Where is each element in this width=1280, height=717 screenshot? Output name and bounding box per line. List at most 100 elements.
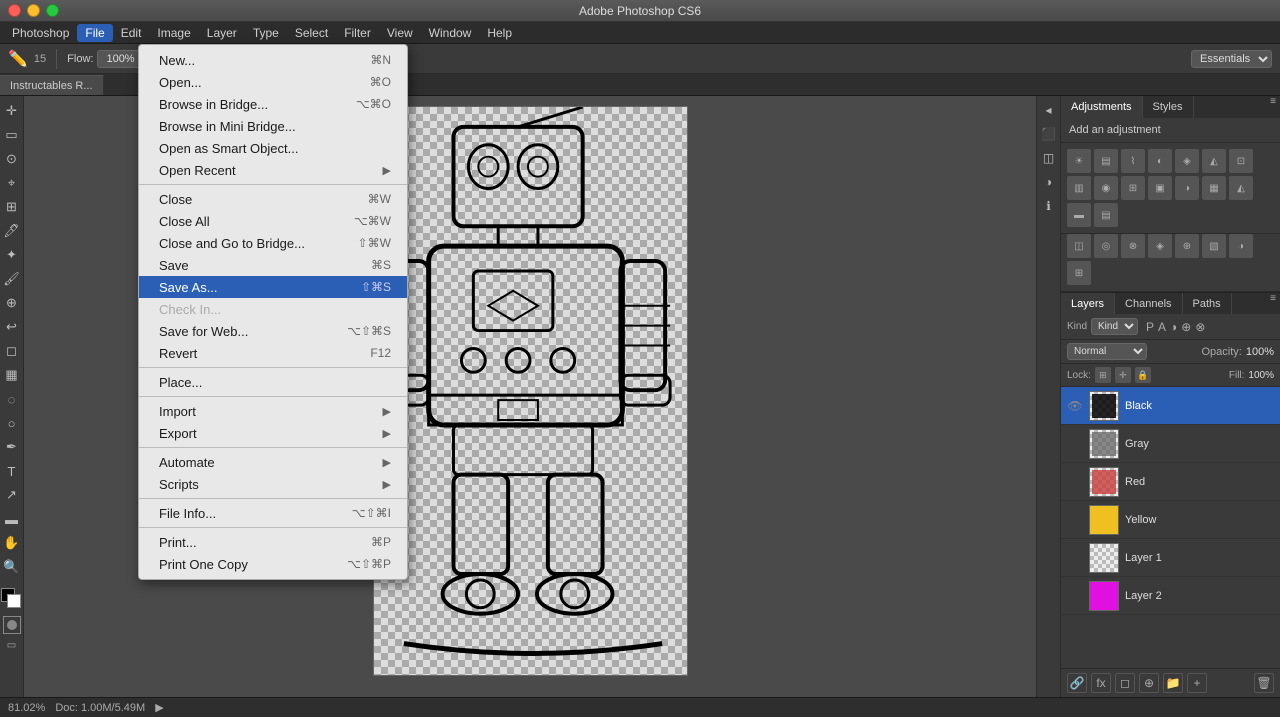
path-select-tool[interactable]: ↗ [1, 484, 23, 506]
menu-image[interactable]: Image [149, 24, 198, 42]
layer-visibility-layer2[interactable]: 👁 [1067, 588, 1083, 604]
layer-visibility-yellow[interactable]: 👁 [1067, 512, 1083, 528]
filter-icon5[interactable]: ⊗ [1195, 320, 1205, 334]
menu-file[interactable]: File [77, 24, 112, 42]
adj-colorbalance[interactable]: ⊡ [1229, 149, 1253, 173]
add-adjustment-icon[interactable]: ⊕ [1139, 673, 1159, 693]
tab-adjustments[interactable]: Adjustments [1061, 96, 1143, 118]
layers-kind-select[interactable]: Kind [1091, 318, 1138, 335]
filter-icon1[interactable]: P [1146, 320, 1154, 334]
minimize-button[interactable] [27, 4, 40, 17]
background-color[interactable] [7, 594, 21, 608]
quick-select-tool[interactable]: ⌖ [1, 172, 23, 194]
eraser-tool[interactable]: ◻ [1, 340, 23, 362]
move-tool[interactable]: ✛ [1, 100, 23, 122]
menu-browse-bridge[interactable]: Browse in Bridge... ⌥⌘O [139, 93, 407, 115]
group-layers-icon[interactable]: 📁 [1163, 673, 1183, 693]
3d-icon[interactable]: ⬛ [1039, 124, 1059, 144]
menu-save[interactable]: Save ⌘S [139, 254, 407, 276]
layer-visibility-red[interactable]: 👁 [1067, 474, 1083, 490]
maximize-button[interactable] [46, 4, 59, 17]
pen-tool[interactable]: ✒ [1, 436, 23, 458]
adj-extra3[interactable]: ⊗ [1121, 234, 1145, 258]
adj-curves[interactable]: ⌇ [1121, 149, 1145, 173]
menu-print[interactable]: Print... ⌘P [139, 531, 407, 553]
lasso-tool[interactable]: ⊙ [1, 148, 23, 170]
menu-print-one[interactable]: Print One Copy ⌥⇧⌘P [139, 553, 407, 575]
lock-pixels-icon[interactable]: ⊞ [1095, 367, 1111, 383]
adj-selectivecolor[interactable]: ▤ [1094, 203, 1118, 227]
type-tool[interactable]: T [1, 460, 23, 482]
adj-extra5[interactable]: ⊕ [1175, 234, 1199, 258]
adj-levels[interactable]: ▤ [1094, 149, 1118, 173]
menu-import[interactable]: Import ▶ [139, 400, 407, 422]
menu-open[interactable]: Open... ⌘O [139, 71, 407, 93]
layer-visibility-black[interactable]: 👁 [1067, 398, 1083, 414]
filter-icon3[interactable]: ◑ [1170, 320, 1177, 334]
adj-gradient[interactable]: ▬ [1067, 203, 1091, 227]
link-layers-icon[interactable]: 🔗 [1067, 673, 1087, 693]
clone-stamp-tool[interactable]: ⊕ [1, 292, 23, 314]
menu-type[interactable]: Type [245, 24, 287, 42]
tab-channels[interactable]: Channels [1115, 293, 1182, 314]
tab-paths[interactable]: Paths [1183, 293, 1232, 314]
info-icon[interactable]: ℹ [1039, 196, 1059, 216]
adj-brightness[interactable]: ☀ [1067, 149, 1091, 173]
layer-icon[interactable]: ◫ [1039, 148, 1059, 168]
marquee-tool[interactable]: ▭ [1, 124, 23, 146]
menu-help[interactable]: Help [479, 24, 520, 42]
adj-invert[interactable]: ◑ [1175, 176, 1199, 200]
menu-close-bridge[interactable]: Close and Go to Bridge... ⇧⌘W [139, 232, 407, 254]
dodge-tool[interactable]: ○ [1, 412, 23, 434]
menu-close[interactable]: Close ⌘W [139, 188, 407, 210]
menu-select[interactable]: Select [287, 24, 336, 42]
menu-new[interactable]: New... ⌘N [139, 49, 407, 71]
adj-extra6[interactable]: ▧ [1202, 234, 1226, 258]
screen-mode-button[interactable]: ▭ [7, 640, 16, 651]
add-style-icon[interactable]: fx [1091, 673, 1111, 693]
new-layer-icon[interactable]: + [1187, 673, 1207, 693]
adj-channelmixer[interactable]: ⊞ [1121, 176, 1145, 200]
collapse-panel-icon[interactable]: ◂ [1039, 100, 1059, 120]
menu-automate[interactable]: Automate ▶ [139, 451, 407, 473]
adj-extra2[interactable]: ◎ [1094, 234, 1118, 258]
arrow-icon[interactable]: ▶ [155, 701, 163, 714]
crop-tool[interactable]: ⊞ [1, 196, 23, 218]
menu-export[interactable]: Export ▶ [139, 422, 407, 444]
layer-row-yellow[interactable]: 👁 Yellow [1061, 501, 1280, 539]
layers-panel-menu[interactable]: ≡ [1266, 293, 1280, 314]
adj-colorlookup[interactable]: ▣ [1148, 176, 1172, 200]
delete-layer-icon[interactable]: 🗑 [1254, 673, 1274, 693]
history-brush-tool[interactable]: ↩ [1, 316, 23, 338]
menu-open-smart[interactable]: Open as Smart Object... [139, 137, 407, 159]
color-swatches[interactable] [1, 588, 23, 610]
menu-layer[interactable]: Layer [199, 24, 245, 42]
adj-bw[interactable]: ▥ [1067, 176, 1091, 200]
menu-save-as[interactable]: Save As... ⇧⌘S [139, 276, 407, 298]
layer-row-black[interactable]: 👁 Black [1061, 387, 1280, 425]
filter-icon4[interactable]: ⊕ [1181, 320, 1191, 334]
tab-styles[interactable]: Styles [1143, 96, 1194, 118]
menu-scripts[interactable]: Scripts ▶ [139, 473, 407, 495]
menu-save-web[interactable]: Save for Web... ⌥⇧⌘S [139, 320, 407, 342]
adj-threshold[interactable]: ◭ [1229, 176, 1253, 200]
adj-extra8[interactable]: ⊞ [1067, 261, 1091, 285]
brush-tool[interactable]: 🖌 [1, 268, 23, 290]
blend-mode-select[interactable]: Normal [1067, 343, 1147, 360]
menu-edit[interactable]: Edit [113, 24, 150, 42]
menu-window[interactable]: Window [421, 24, 480, 42]
hand-tool[interactable]: ✋ [1, 532, 23, 554]
workspace-select[interactable]: Essentials [1191, 50, 1272, 68]
layer-row-layer2[interactable]: 👁 Layer 2 [1061, 577, 1280, 615]
blur-tool[interactable]: ◌ [1, 388, 23, 410]
adj-photofilter[interactable]: ◉ [1094, 176, 1118, 200]
menu-place[interactable]: Place... [139, 371, 407, 393]
menu-file-info[interactable]: File Info... ⌥⇧⌘I [139, 502, 407, 524]
menu-view[interactable]: View [379, 24, 421, 42]
lock-move-icon[interactable]: ✛ [1115, 367, 1131, 383]
adj-vibrance[interactable]: ◈ [1175, 149, 1199, 173]
layer-row-red[interactable]: 👁 Red [1061, 463, 1280, 501]
gradient-tool[interactable]: ▦ [1, 364, 23, 386]
healing-brush-tool[interactable]: ✦ [1, 244, 23, 266]
adj-posterize[interactable]: ▦ [1202, 176, 1226, 200]
